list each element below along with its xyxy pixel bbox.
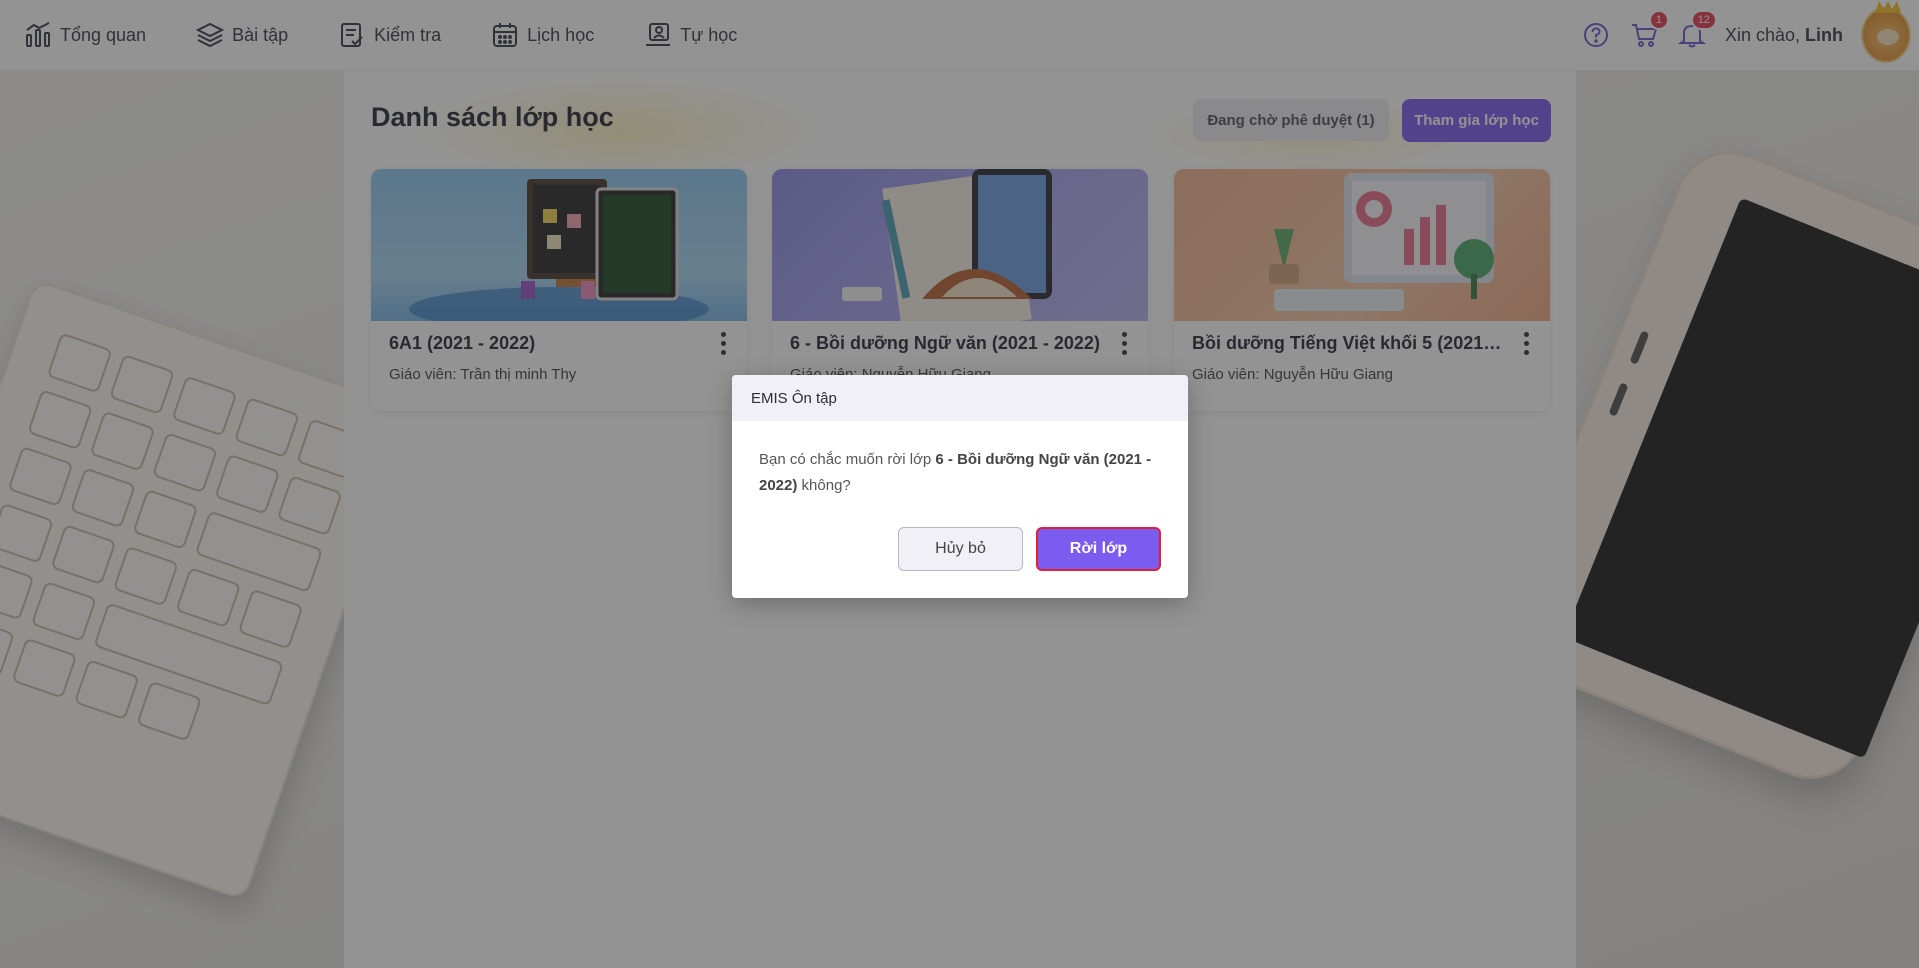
dialog-actions: Hủy bỏ Rời lớp xyxy=(898,527,1161,571)
leave-class-button[interactable]: Rời lớp xyxy=(1036,527,1161,571)
dialog-message-prefix: Bạn có chắc muốn rời lớp xyxy=(759,451,936,468)
dialog-title: EMIS Ôn tập xyxy=(751,389,837,407)
dialog-message: Bạn có chắc muốn rời lớp 6 - Bồi dưỡng N… xyxy=(732,421,1188,499)
cancel-button[interactable]: Hủy bỏ xyxy=(898,527,1023,571)
dialog-message-suffix: không? xyxy=(797,477,851,494)
leave-class-dialog: EMIS Ôn tập Bạn có chắc muốn rời lớp 6 -… xyxy=(732,375,1188,598)
dialog-header: EMIS Ôn tập xyxy=(732,375,1188,421)
